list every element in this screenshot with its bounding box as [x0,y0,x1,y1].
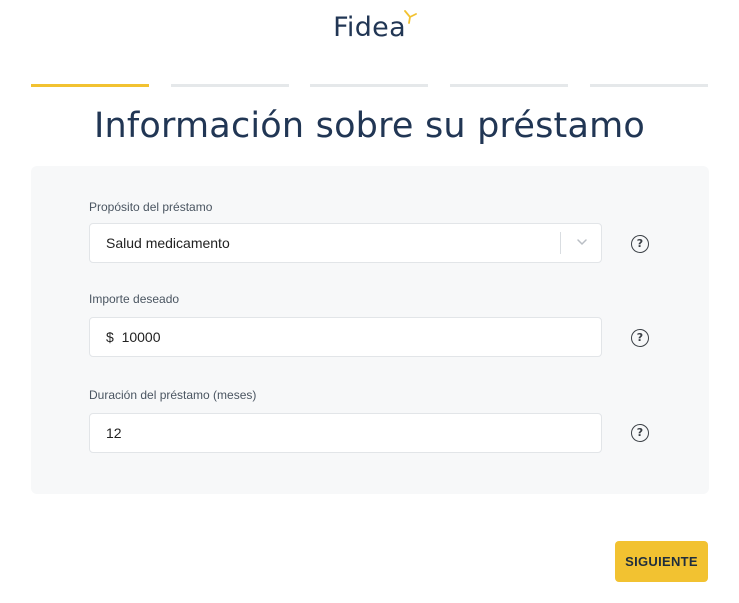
amount-input[interactable]: $ 10000 [89,317,602,357]
duration-label: Duración del préstamo (meses) [89,388,257,402]
step-progress [31,84,709,88]
help-icon-purpose[interactable]: ? [631,235,649,253]
brand-logo: Fidea [0,10,739,43]
purpose-value: Salud medicamento [106,235,230,251]
chevron-down-icon[interactable] [575,235,589,249]
help-icon-amount[interactable]: ? [631,329,649,347]
amount-value: $ 10000 [106,329,161,345]
sparkle-icon [404,10,417,24]
purpose-label: Propósito del préstamo [89,200,213,214]
duration-input[interactable]: 12 [89,413,602,453]
page-title: Información sobre su préstamo [93,106,646,146]
amount-label: Importe deseado [89,292,180,306]
duration-value: 12 [106,425,122,441]
currency-symbol: $ [106,329,114,345]
amount-number: 10000 [121,329,161,345]
purpose-select[interactable]: Salud medicamento [89,223,602,263]
progress-step-3 [310,84,428,87]
progress-step-4 [450,84,568,87]
loan-form-panel: Propósito del préstamo Salud medicamento… [31,166,709,494]
help-icon-duration[interactable]: ? [631,424,649,442]
progress-step-5 [590,84,708,87]
progress-step-2 [171,84,289,87]
progress-step-1 [31,84,149,87]
select-separator [560,232,561,254]
brand-name: Fidea [333,12,406,43]
next-button[interactable]: SIGUIENTE [615,541,708,582]
